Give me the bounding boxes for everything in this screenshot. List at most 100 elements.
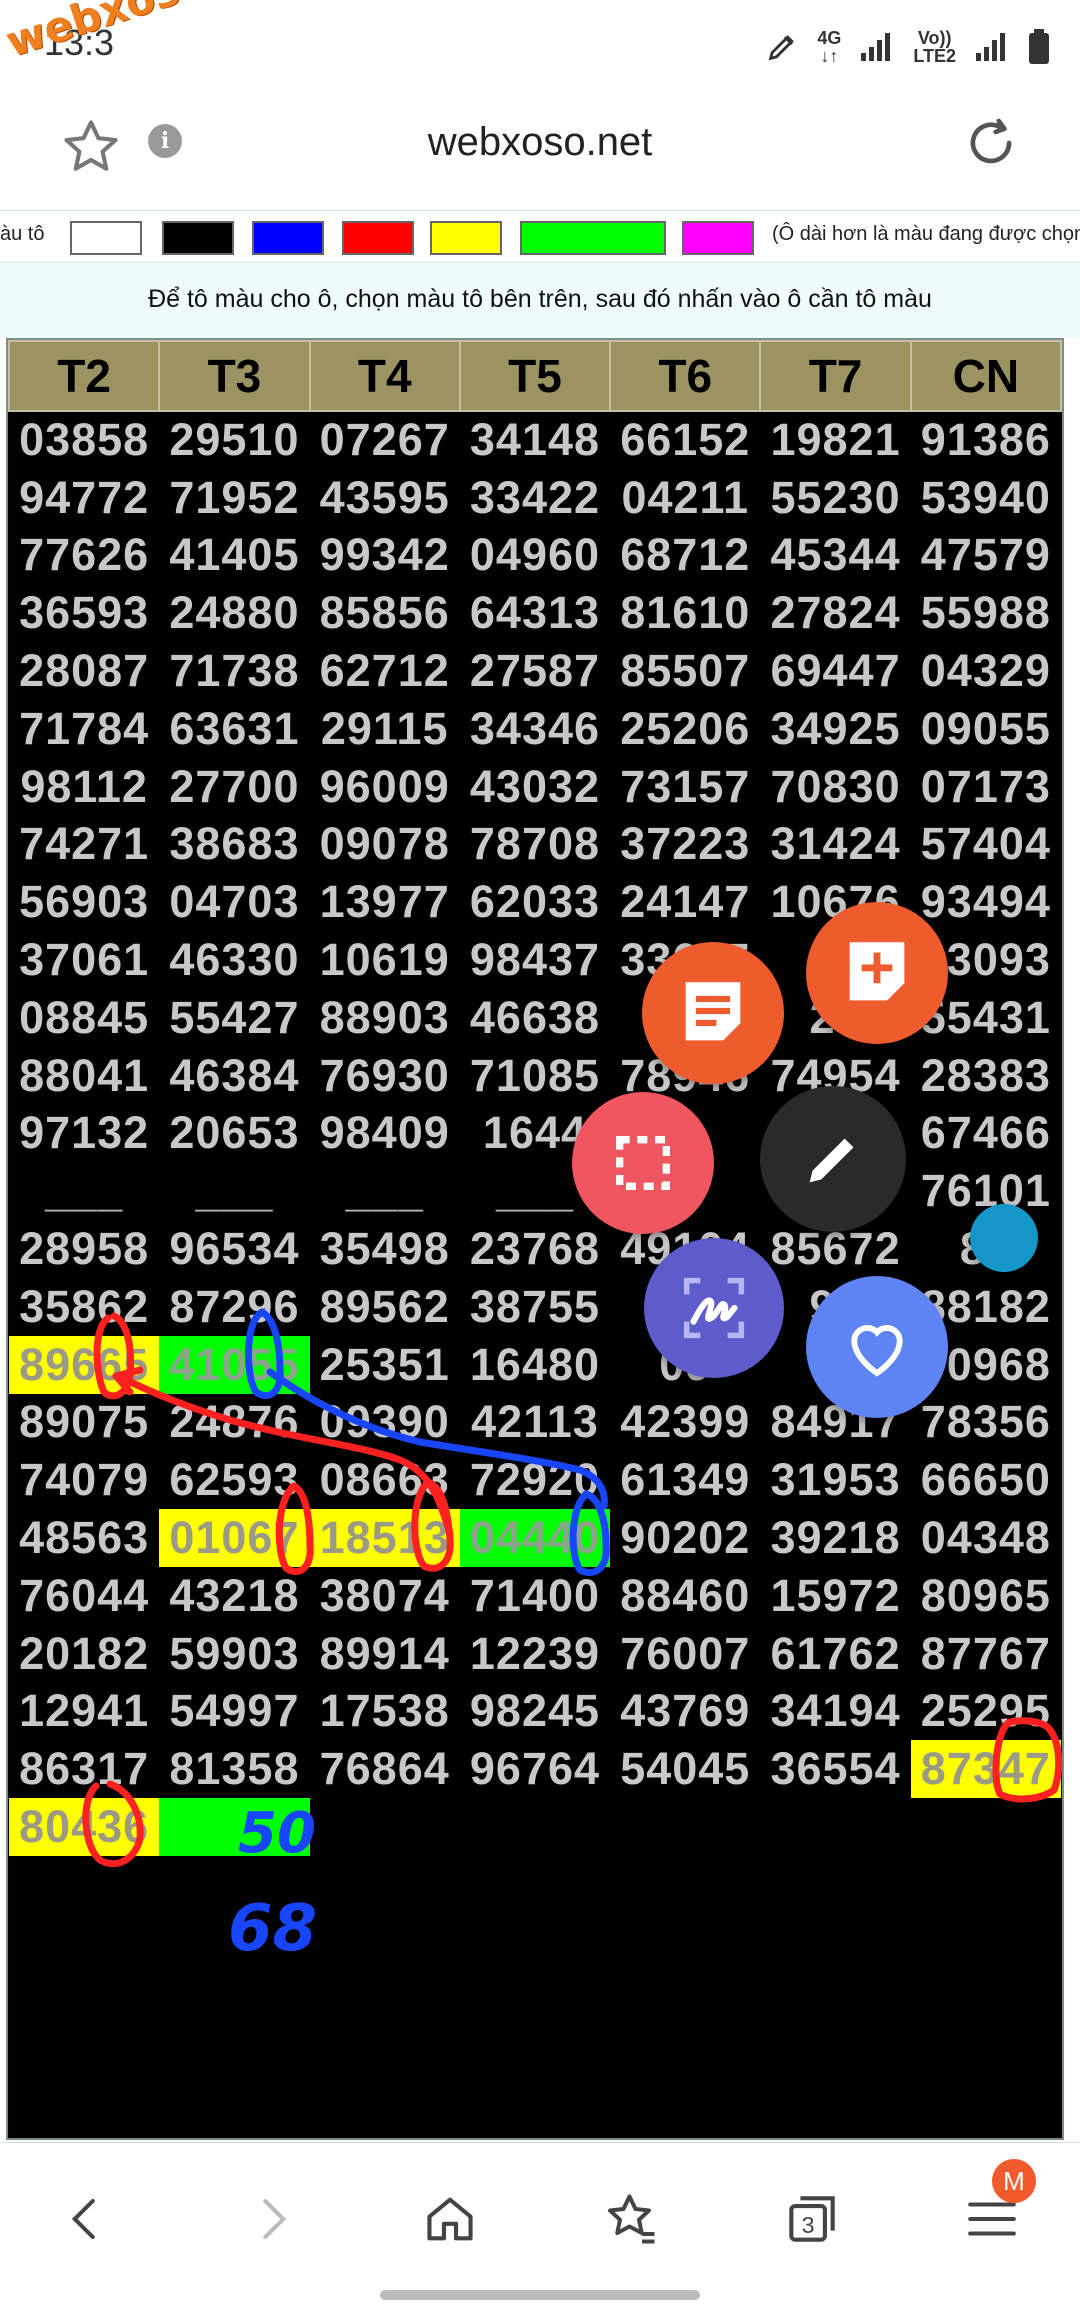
number-cell[interactable]: 31953 <box>760 1451 910 1509</box>
number-cell[interactable]: 43218 <box>159 1567 309 1625</box>
tabs-button[interactable]: 3 <box>776 2183 848 2255</box>
number-cell[interactable]: 42113 <box>460 1394 610 1452</box>
number-cell[interactable]: 70830 <box>760 758 910 816</box>
number-cell[interactable]: 39218 <box>760 1509 910 1567</box>
number-cell[interactable]: 71085 <box>460 1047 610 1105</box>
number-cell[interactable]: 37223 <box>610 816 760 874</box>
number-cell[interactable]: 80965 <box>911 1567 1061 1625</box>
number-cell[interactable]: 78708 <box>460 816 610 874</box>
number-cell[interactable]: 03858 <box>9 411 159 469</box>
number-cell[interactable]: 09055 <box>911 700 1061 758</box>
number-cell[interactable]: 74271 <box>9 816 159 874</box>
number-cell[interactable]: 34194 <box>760 1683 910 1741</box>
color-swatch[interactable] <box>682 221 754 255</box>
live-message-button[interactable] <box>806 1276 948 1418</box>
number-cell[interactable]: 57404 <box>911 816 1061 874</box>
number-cell[interactable] <box>159 1798 310 1856</box>
number-cell[interactable]: ___ <box>159 1162 309 1220</box>
number-cell[interactable]: 88903 <box>310 989 460 1047</box>
number-cell[interactable]: 27700 <box>159 758 309 816</box>
number-cell[interactable]: 98409 <box>310 1105 460 1163</box>
number-cell[interactable]: 19821 <box>760 411 910 469</box>
number-cell[interactable]: 91386 <box>911 411 1061 469</box>
number-cell[interactable]: 55988 <box>911 584 1061 642</box>
number-cell[interactable]: 09390 <box>310 1394 460 1452</box>
number-cell[interactable]: 07173 <box>911 758 1061 816</box>
number-cell[interactable]: 69447 <box>760 642 910 700</box>
color-swatch[interactable] <box>162 221 234 255</box>
number-cell[interactable]: 37061 <box>9 931 159 989</box>
number-cell[interactable] <box>911 1798 1061 1856</box>
number-cell[interactable]: 87296 <box>159 1278 309 1336</box>
add-note-button[interactable] <box>806 902 948 1044</box>
number-cell[interactable]: 89075 <box>9 1394 159 1452</box>
number-cell[interactable]: 08845 <box>9 989 159 1047</box>
number-cell[interactable]: 33422 <box>460 469 610 527</box>
number-cell[interactable]: 90202 <box>610 1509 760 1567</box>
number-cell[interactable]: 04703 <box>159 873 309 931</box>
number-cell[interactable]: 87347 <box>910 1740 1061 1799</box>
number-cell[interactable]: 94772 <box>9 469 159 527</box>
number-cell[interactable]: 08663 <box>310 1451 460 1509</box>
number-cell[interactable]: 46330 <box>159 931 309 989</box>
number-cell[interactable]: 46638 <box>460 989 610 1047</box>
number-cell[interactable]: 28087 <box>9 642 159 700</box>
number-cell[interactable]: 71952 <box>159 469 309 527</box>
number-cell[interactable]: 55230 <box>760 469 910 527</box>
number-cell[interactable]: 04211 <box>610 469 760 527</box>
create-note-button[interactable] <box>642 942 784 1084</box>
number-cell[interactable]: 09078 <box>310 816 460 874</box>
number-cell[interactable]: 38074 <box>310 1567 460 1625</box>
number-cell[interactable]: 25295 <box>911 1683 1061 1741</box>
number-cell[interactable]: 86317 <box>9 1740 159 1798</box>
number-cell[interactable]: 27824 <box>760 584 910 642</box>
number-cell[interactable]: 72920 <box>460 1451 610 1509</box>
number-cell[interactable]: 88460 <box>610 1567 760 1625</box>
number-cell[interactable]: 10619 <box>310 931 460 989</box>
number-cell[interactable]: 54997 <box>159 1683 309 1741</box>
number-cell[interactable]: 63631 <box>159 700 309 758</box>
number-cell[interactable] <box>610 1798 760 1856</box>
screen-write-button[interactable] <box>644 1238 784 1378</box>
number-cell[interactable]: 56903 <box>9 873 159 931</box>
number-cell[interactable]: 04440 <box>459 1509 611 1567</box>
number-cell[interactable]: 76044 <box>9 1567 159 1625</box>
number-cell[interactable]: 98245 <box>460 1683 610 1741</box>
number-cell[interactable]: 41055 <box>159 1335 310 1394</box>
number-cell[interactable]: 88041 <box>9 1047 159 1105</box>
number-cell[interactable]: 73157 <box>610 758 760 816</box>
number-cell[interactable]: 04329 <box>911 642 1061 700</box>
number-cell[interactable]: 23768 <box>460 1220 610 1278</box>
number-cell[interactable]: 98112 <box>9 758 159 816</box>
color-swatch[interactable] <box>252 221 324 255</box>
number-cell[interactable]: 98437 <box>460 931 610 989</box>
number-cell[interactable]: 29510 <box>159 411 309 469</box>
reload-icon[interactable] <box>960 112 1022 174</box>
number-cell[interactable]: 87767 <box>911 1625 1061 1683</box>
number-cell[interactable]: 28383 <box>911 1047 1061 1105</box>
number-cell[interactable]: 89914 <box>310 1625 460 1683</box>
number-cell[interactable]: 43595 <box>310 469 460 527</box>
number-cell[interactable]: 99342 <box>310 527 460 585</box>
number-cell[interactable]: 55427 <box>159 989 309 1047</box>
number-cell[interactable] <box>310 1798 460 1856</box>
color-swatch[interactable] <box>520 221 666 255</box>
number-cell[interactable]: 76007 <box>610 1625 760 1683</box>
number-cell[interactable]: 42399 <box>610 1394 760 1452</box>
number-cell[interactable]: 34346 <box>460 700 610 758</box>
number-cell[interactable] <box>460 1798 610 1856</box>
number-cell[interactable]: 29115 <box>310 700 460 758</box>
number-cell[interactable] <box>760 1798 910 1856</box>
number-cell[interactable]: 38683 <box>159 816 309 874</box>
number-cell[interactable]: 77626 <box>9 527 159 585</box>
number-cell[interactable]: 43769 <box>610 1683 760 1741</box>
number-cell[interactable]: 35498 <box>310 1220 460 1278</box>
number-cell[interactable]: 48563 <box>9 1509 159 1567</box>
number-cell[interactable]: 12239 <box>460 1625 610 1683</box>
number-cell[interactable]: 66650 <box>911 1451 1061 1509</box>
number-cell[interactable]: 89562 <box>310 1278 460 1336</box>
number-cell[interactable]: 34148 <box>460 411 610 469</box>
number-cell[interactable]: 46384 <box>159 1047 309 1105</box>
number-cell[interactable]: 04348 <box>911 1509 1061 1567</box>
color-swatch[interactable] <box>70 221 142 255</box>
